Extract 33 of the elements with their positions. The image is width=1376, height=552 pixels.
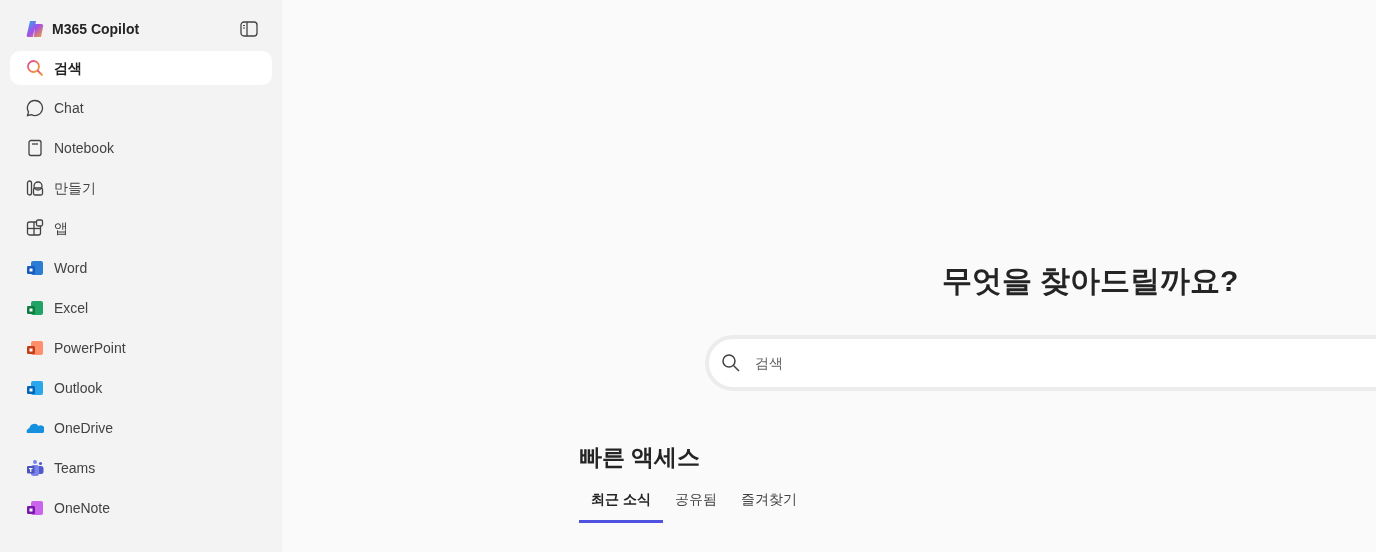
- logo-icon: [26, 20, 44, 38]
- tab[interactable]: 최근 소식: [579, 480, 663, 523]
- notebook-icon: [26, 139, 44, 157]
- sidebar-toggle-icon[interactable]: [240, 21, 258, 37]
- sidebar-item[interactable]: Chat: [10, 91, 272, 125]
- search-icon: [26, 59, 44, 77]
- sidebar-item[interactable]: OneDrive: [10, 411, 272, 445]
- section-title: 빠른 액세스: [579, 443, 702, 472]
- teams-icon: [26, 459, 44, 477]
- chat-icon: [26, 99, 44, 117]
- search-field[interactable]: 검색: [705, 335, 1376, 391]
- sidebar-item[interactable]: Excel: [10, 291, 272, 325]
- app-title: M365 Copilot: [52, 19, 141, 39]
- sidebar-item[interactable]: Word: [10, 251, 272, 285]
- sidebar-item[interactable]: Teams: [10, 451, 272, 485]
- pen-shapes-icon: [26, 179, 44, 197]
- tab[interactable]: 공유됨: [662, 480, 729, 523]
- sidebar-item[interactable]: OneNote: [10, 491, 272, 525]
- excel-icon: [26, 299, 44, 317]
- onenote-icon: [26, 499, 44, 517]
- powerpoint-icon: [26, 339, 44, 357]
- page-heading: 무엇을 찾아드릴까요?: [940, 263, 1240, 299]
- sidebar-item[interactable]: 앱: [10, 211, 272, 245]
- search-icon: [721, 353, 741, 373]
- outlook-icon: [26, 379, 44, 397]
- sidebar-item[interactable]: Notebook: [10, 131, 272, 165]
- sidebar-item[interactable]: Outlook: [10, 371, 272, 405]
- sidebar-item[interactable]: 만들기: [10, 171, 272, 205]
- sidebar-item[interactable]: PowerPoint: [10, 331, 272, 365]
- word-icon: [26, 259, 44, 277]
- apps-icon: [26, 219, 44, 237]
- sidebar-item[interactable]: 검색: [10, 51, 272, 85]
- tab[interactable]: 즐겨찾기: [728, 480, 809, 523]
